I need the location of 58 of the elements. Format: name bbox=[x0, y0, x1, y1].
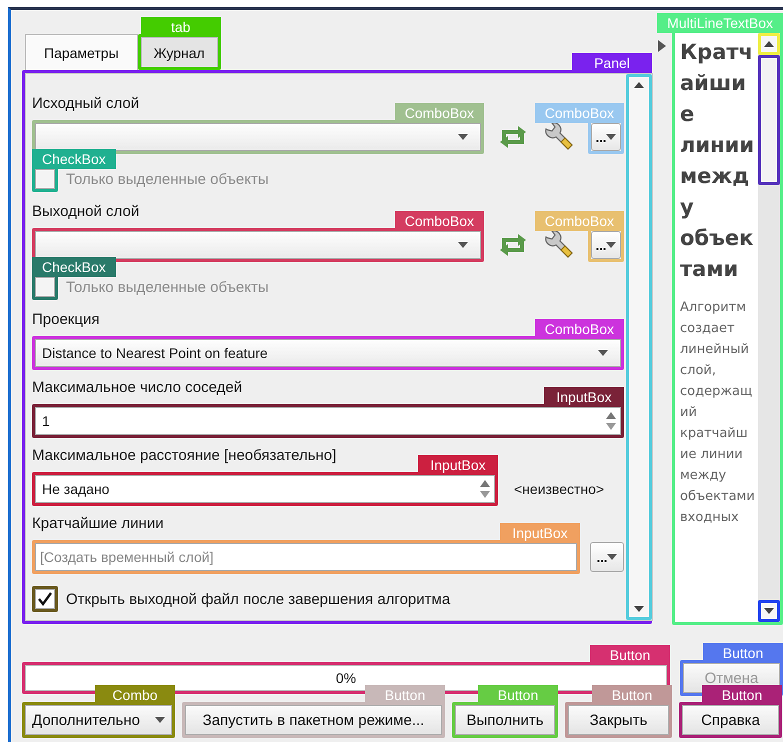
annotation-label: CheckBox bbox=[32, 149, 116, 169]
unit-label: <неизвестно> bbox=[514, 481, 604, 497]
caret-icon bbox=[606, 242, 616, 248]
dropdown-button[interactable]: Дополнительно bbox=[25, 705, 172, 735]
checkbox-label: Только выделенные объекты bbox=[66, 170, 269, 188]
annotation-label: CheckBox bbox=[32, 257, 116, 277]
field-label: Исходный слой bbox=[32, 94, 140, 114]
caret-icon bbox=[155, 717, 165, 723]
number-field[interactable]: 1 bbox=[35, 407, 621, 435]
number-field[interactable]: Не задано bbox=[35, 475, 495, 503]
annotation-label: Panel bbox=[572, 53, 652, 73]
tab[interactable]: Журнал bbox=[140, 37, 218, 67]
annotation-label: tab bbox=[140, 17, 221, 37]
button[interactable]: Справка bbox=[682, 705, 779, 735]
progress-text: 0% bbox=[336, 670, 356, 686]
annotation-label: ComboBox bbox=[534, 211, 624, 231]
field-label: Кратчайшие линии bbox=[32, 514, 164, 534]
annotation-label: Button bbox=[703, 643, 783, 663]
annotation-label: ComboBox bbox=[534, 319, 624, 339]
annotation-label: Button bbox=[478, 685, 558, 705]
field-label: Проекция bbox=[32, 310, 100, 330]
annotation-label: InputBox bbox=[544, 387, 624, 407]
annotation-label: MultiLineTextBox bbox=[657, 13, 783, 33]
annotation-label: ComboBox bbox=[394, 103, 484, 123]
browse-button[interactable]: ... bbox=[591, 231, 621, 259]
tab[interactable]: Параметры bbox=[25, 34, 138, 70]
caret-icon bbox=[458, 242, 468, 248]
annotation-label: InputBox bbox=[500, 523, 580, 543]
browse-button[interactable]: ... bbox=[590, 542, 624, 572]
button[interactable]: Закрыть bbox=[568, 705, 669, 735]
annotation-label: Button bbox=[365, 685, 445, 705]
caret-icon bbox=[458, 134, 468, 140]
help-title: Кратчайшие линии между объектами bbox=[680, 39, 756, 283]
spinner-icon[interactable] bbox=[478, 478, 492, 500]
checkbox-label: Только выделенные объекты bbox=[66, 278, 269, 296]
check-icon bbox=[37, 591, 53, 607]
annotation-label: ComboBox bbox=[534, 103, 624, 123]
output-field[interactable]: [Создать временный слой] bbox=[35, 543, 577, 571]
annotation-label: ComboBox bbox=[394, 211, 484, 231]
annotation-label: Button bbox=[592, 685, 672, 705]
dropdown[interactable]: Distance to Nearest Point on feature bbox=[35, 339, 621, 367]
caret-icon bbox=[606, 134, 616, 140]
browse-button[interactable]: ... bbox=[591, 123, 621, 151]
caret-icon bbox=[607, 554, 618, 560]
caret-icon bbox=[598, 350, 608, 356]
annotation-label: Combo bbox=[95, 685, 175, 705]
spinner-icon[interactable] bbox=[604, 410, 618, 432]
field-label: Выходной слой bbox=[32, 202, 140, 222]
button[interactable]: Выполнить bbox=[455, 705, 555, 735]
button[interactable]: Запустить в пакетном режиме... bbox=[185, 705, 442, 735]
field-label: Максимальное расстояние [необязательно] bbox=[32, 446, 336, 466]
collapse-arrow-icon[interactable] bbox=[658, 40, 666, 52]
annotation-label: Button bbox=[590, 645, 670, 665]
help-description: Алгоритм создает линейный слой, содержащий кратчайшие линии между объектами входных bbox=[680, 299, 756, 527]
field-label: Максимальное число соседей bbox=[32, 378, 242, 398]
annotation-label: Button bbox=[702, 685, 782, 705]
checkbox-label: Открыть выходной файл после завершения алгоритма bbox=[66, 590, 450, 608]
annotation-label: InputBox bbox=[418, 455, 498, 475]
